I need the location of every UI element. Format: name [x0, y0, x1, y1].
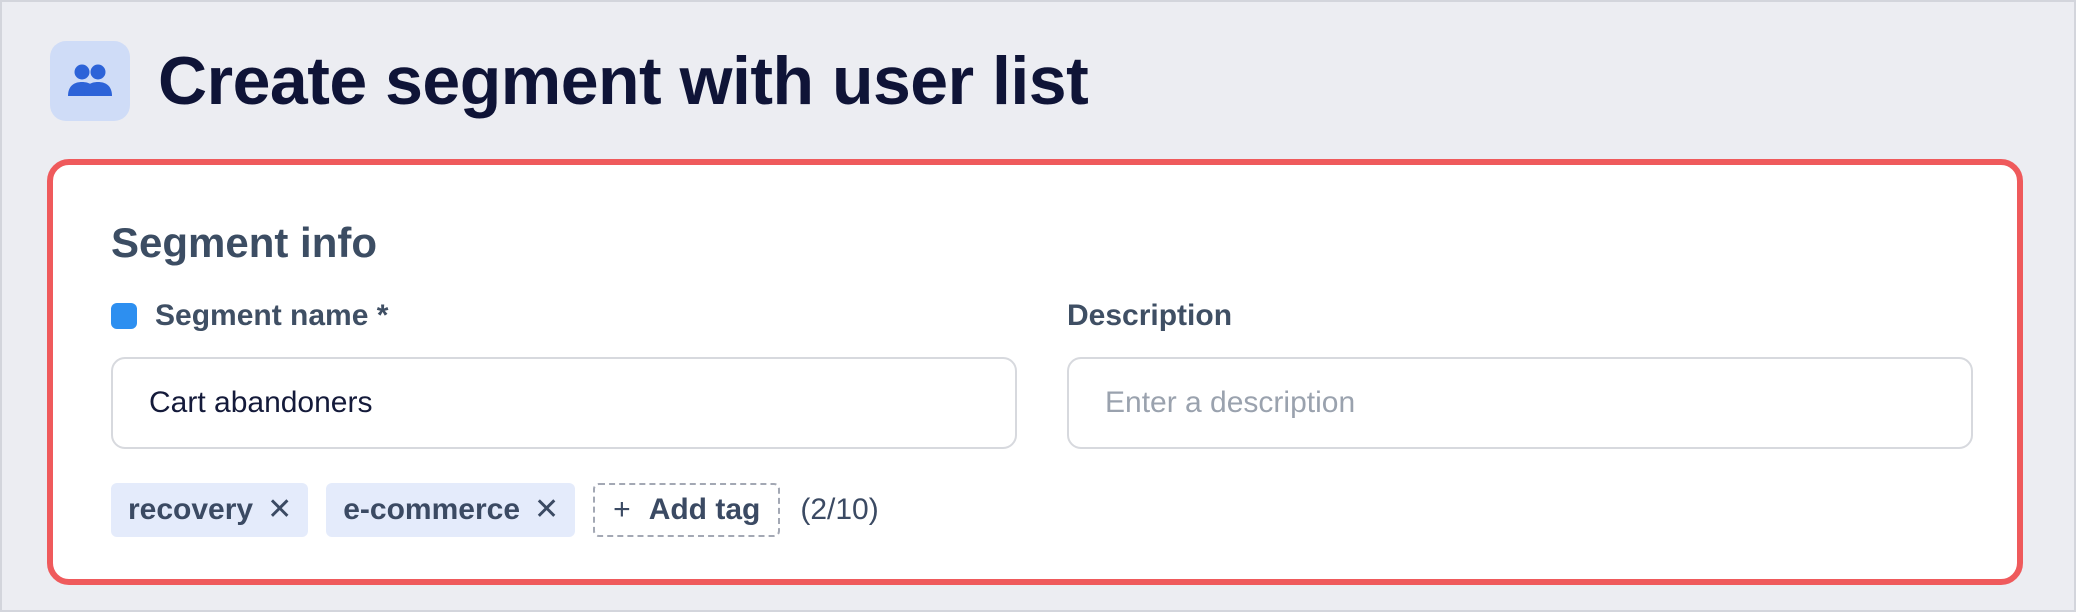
tag-label: recovery — [128, 493, 254, 526]
required-indicator-icon — [111, 303, 137, 329]
tag-label: e-commerce — [343, 493, 521, 526]
close-icon[interactable]: ✕ — [267, 495, 292, 525]
page-frame: Create segment with user list Segment in… — [0, 0, 2076, 612]
segment-name-label-text: Segment name * — [155, 299, 389, 332]
plus-icon: + — [613, 493, 631, 526]
tag-chip: recovery ✕ — [111, 483, 309, 537]
segment-name-label: Segment name * — [111, 299, 388, 333]
page-title: Create segment with user list — [158, 43, 1089, 119]
add-tag-label: Add tag — [648, 493, 761, 526]
page-header: Create segment with user list — [50, 41, 1089, 121]
tag-chip: e-commerce ✕ — [326, 483, 576, 537]
description-input[interactable] — [1067, 357, 1973, 449]
tag-list: recovery ✕ e-commerce ✕ + Add tag (2/10) — [111, 483, 879, 537]
section-title: Segment info — [111, 219, 378, 266]
tag-count: (2/10) — [800, 493, 879, 526]
users-icon — [50, 41, 130, 121]
segment-info-card: Segment info Segment name * Description … — [47, 159, 2023, 585]
add-tag-button[interactable]: + Add tag — [593, 483, 781, 537]
close-icon[interactable]: ✕ — [534, 495, 559, 525]
description-label: Description — [1067, 299, 1233, 332]
segment-name-input[interactable] — [111, 357, 1017, 449]
